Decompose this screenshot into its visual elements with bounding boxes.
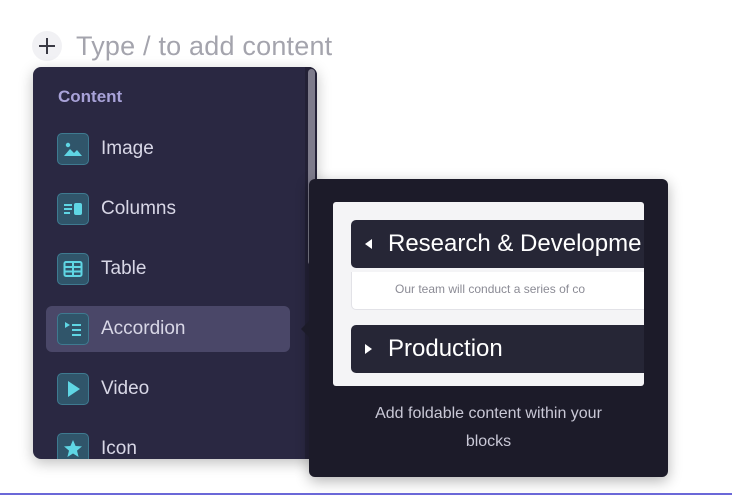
table-icon — [57, 253, 89, 285]
add-block-button[interactable] — [32, 31, 62, 61]
preview-description-line: blocks — [465, 433, 512, 450]
content-placeholder[interactable]: Type / to add content — [76, 31, 332, 62]
image-icon — [57, 133, 89, 165]
accordion-preview-popover: Research & Developme Our team will condu… — [301, 179, 668, 477]
menu-item-label: Icon — [101, 438, 137, 459]
preview-description: Add foldable content within your blocks — [309, 400, 668, 456]
section-title: Content — [58, 87, 123, 106]
accordion-header-expanded: Research & Developme — [351, 220, 644, 268]
columns-icon — [57, 193, 89, 225]
star-icon — [57, 433, 89, 459]
bottom-divider — [0, 493, 732, 495]
block-menu: Content Image Columns Table Accordion Vi… — [33, 67, 317, 459]
menu-item-label: Table — [101, 258, 147, 279]
menu-item-label: Video — [101, 378, 150, 399]
menu-item-label: Image — [101, 138, 154, 159]
accordion-title: Research & Developme — [388, 230, 642, 257]
collapsed-triangle-icon — [365, 344, 372, 354]
video-icon — [57, 373, 89, 405]
popover-arrow — [301, 321, 309, 337]
accordion-icon — [57, 313, 89, 345]
menu-item-label: Accordion — [101, 318, 186, 339]
menu-item-image[interactable]: Image — [46, 126, 290, 172]
accordion-title: Production — [388, 335, 503, 362]
plus-icon — [39, 38, 55, 54]
accordion-body-text: Our team will conduct a series of co — [395, 282, 586, 296]
menu-item-video[interactable]: Video — [46, 366, 290, 412]
accordion-body: Our team will conduct a series of co — [351, 272, 644, 310]
menu-item-icon[interactable]: Icon — [46, 426, 290, 459]
editor-line: Type / to add content — [32, 28, 332, 64]
menu-item-label: Columns — [101, 198, 176, 219]
expanded-triangle-icon — [365, 239, 372, 249]
preview-description-line: Add foldable content within your — [375, 405, 602, 422]
menu-item-accordion[interactable]: Accordion — [46, 306, 290, 352]
menu-item-columns[interactable]: Columns — [46, 186, 290, 232]
preview-image: Research & Developme Our team will condu… — [333, 202, 644, 386]
menu-item-table[interactable]: Table — [46, 246, 290, 292]
accordion-header-collapsed: Production — [351, 325, 644, 373]
